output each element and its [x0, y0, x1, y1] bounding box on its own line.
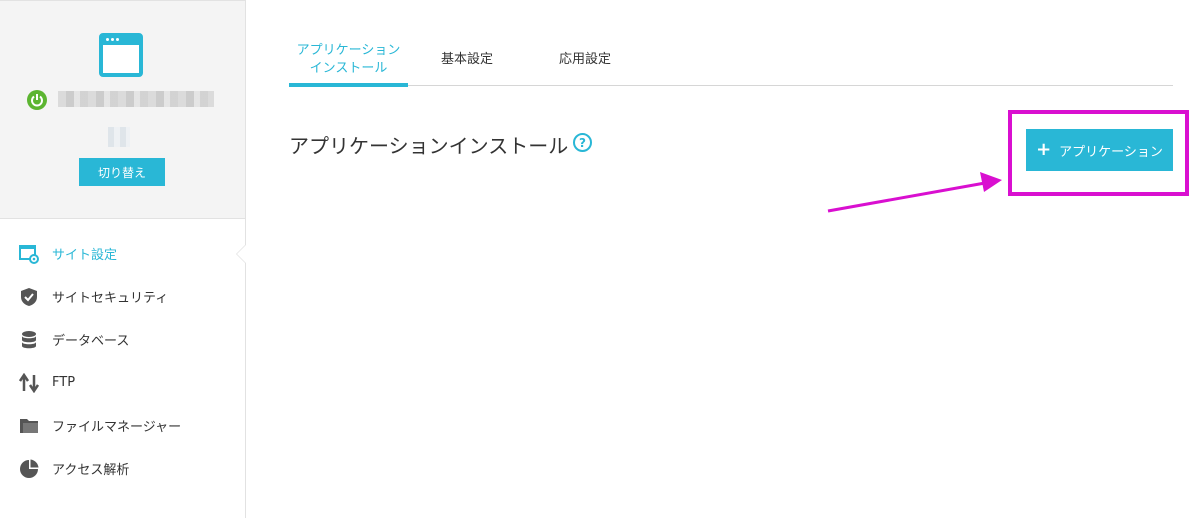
sidebar-nav: サイト設定 サイトセキュリティ データベース FTP ファイルマネージャー アク… — [0, 232, 246, 490]
database-icon — [18, 329, 40, 351]
site-name-redacted — [58, 91, 214, 107]
sidebar-item-site-settings[interactable]: サイト設定 — [0, 232, 246, 275]
tab-label: アプリケーション インストール — [297, 42, 401, 77]
sidebar: 切り替え サイト設定 サイトセキュリティ データベース FTP ファイルマネージ… — [0, 0, 246, 518]
page-title: アプリケーションインストール — [289, 134, 569, 158]
site-sub-redacted — [108, 127, 130, 147]
folder-icon — [18, 415, 40, 437]
tab-basic-settings[interactable]: 基本設定 — [408, 34, 526, 86]
site-card: 切り替え — [0, 0, 245, 219]
sidebar-item-label: サイトセキュリティ — [52, 291, 169, 306]
switch-button[interactable]: 切り替え — [79, 158, 165, 186]
tab-label-line2: インストール — [309, 61, 388, 76]
sidebar-item-database[interactable]: データベース — [0, 318, 245, 361]
plus-icon: + — [1036, 139, 1052, 160]
sidebar-item-ftp[interactable]: FTP — [0, 361, 245, 404]
tab-label: 応用設定 — [558, 52, 611, 68]
help-icon[interactable]: ? — [573, 133, 592, 152]
sidebar-item-label: ファイルマネージャー — [52, 420, 182, 435]
sidebar-item-access-analytics[interactable]: アクセス解析 — [0, 447, 245, 490]
pie-chart-icon — [18, 458, 40, 480]
transfer-arrows-icon — [18, 372, 40, 394]
site-settings-icon — [18, 243, 40, 265]
sidebar-item-label: FTP — [52, 375, 76, 390]
active-pointer — [236, 244, 246, 264]
tab-label: 基本設定 — [440, 52, 493, 68]
tab-label-line1: アプリケーション — [296, 43, 401, 59]
site-window-icon — [99, 33, 143, 77]
sidebar-item-label: データベース — [52, 334, 130, 349]
power-status-icon — [27, 90, 47, 110]
add-application-label: アプリケーション — [1059, 144, 1163, 160]
sidebar-item-site-security[interactable]: サイトセキュリティ — [0, 275, 245, 318]
sidebar-item-file-manager[interactable]: ファイルマネージャー — [0, 404, 245, 447]
tab-advanced-settings[interactable]: 応用設定 — [526, 34, 644, 86]
sidebar-item-label: サイト設定 — [52, 248, 118, 263]
add-application-button[interactable]: + アプリケーション — [1026, 129, 1173, 171]
annotation-arrow — [827, 172, 1002, 213]
tab-bar: アプリケーション インストール 基本設定 応用設定 — [289, 34, 1173, 87]
shield-check-icon — [18, 286, 40, 308]
sidebar-item-label: アクセス解析 — [52, 463, 130, 478]
tab-app-install[interactable]: アプリケーション インストール — [289, 34, 408, 87]
